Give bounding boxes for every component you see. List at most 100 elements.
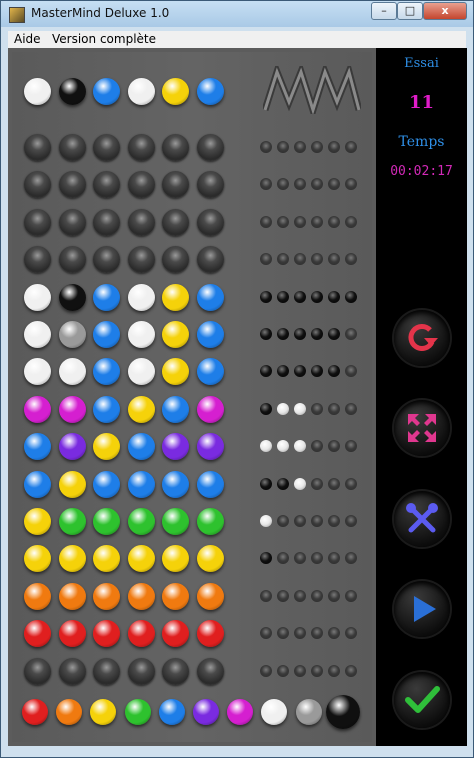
validate-button[interactable] xyxy=(394,672,450,728)
guess-peg[interactable] xyxy=(162,171,189,199)
guess-peg[interactable] xyxy=(128,358,155,386)
guess-peg[interactable] xyxy=(93,246,120,274)
guess-peg[interactable] xyxy=(162,395,189,423)
guess-peg[interactable] xyxy=(93,545,120,573)
guess-peg[interactable] xyxy=(24,395,51,423)
menu-aide[interactable]: Aide xyxy=(14,32,41,46)
guess-peg[interactable] xyxy=(197,545,224,573)
guess-peg[interactable] xyxy=(24,657,51,685)
guess-peg[interactable] xyxy=(197,470,224,498)
guess-peg[interactable] xyxy=(197,358,224,386)
palette-peg-red[interactable] xyxy=(22,699,48,725)
guess-peg[interactable] xyxy=(197,208,224,236)
guess-peg[interactable] xyxy=(162,208,189,236)
palette-peg-blue[interactable] xyxy=(158,699,185,725)
guess-peg[interactable] xyxy=(162,321,189,348)
guess-peg[interactable] xyxy=(162,582,189,610)
guess-peg[interactable] xyxy=(24,134,51,161)
guess-peg[interactable] xyxy=(59,545,86,573)
guess-peg[interactable] xyxy=(162,508,189,535)
guess-peg[interactable] xyxy=(24,283,51,311)
guess-peg[interactable] xyxy=(59,283,86,311)
palette-peg-violet[interactable] xyxy=(193,699,219,725)
guess-peg[interactable] xyxy=(24,208,51,236)
guess-peg[interactable] xyxy=(197,246,224,274)
guess-peg[interactable] xyxy=(197,433,224,461)
palette-peg-orange[interactable] xyxy=(56,699,83,725)
guess-peg[interactable] xyxy=(93,620,120,648)
palette-peg-yellow[interactable] xyxy=(90,699,117,725)
guess-peg[interactable] xyxy=(128,283,155,311)
guess-peg[interactable] xyxy=(59,620,86,648)
guess-peg[interactable] xyxy=(24,246,51,274)
palette-peg-gray[interactable] xyxy=(295,699,322,725)
palette-peg-green[interactable] xyxy=(124,699,151,725)
guess-peg[interactable] xyxy=(59,433,86,461)
close-button[interactable]: x xyxy=(423,2,467,20)
guess-peg[interactable] xyxy=(162,470,189,498)
guess-peg[interactable] xyxy=(93,582,120,610)
guess-peg[interactable] xyxy=(162,620,189,648)
guess-peg[interactable] xyxy=(59,358,86,386)
guess-peg[interactable] xyxy=(59,508,86,535)
guess-peg[interactable] xyxy=(197,582,224,610)
guess-peg[interactable] xyxy=(59,134,86,161)
guess-peg[interactable] xyxy=(162,657,189,685)
guess-peg[interactable] xyxy=(59,208,86,236)
guess-peg[interactable] xyxy=(162,545,189,573)
guess-peg[interactable] xyxy=(197,395,224,423)
guess-peg[interactable] xyxy=(93,321,120,348)
palette-peg-black[interactable] xyxy=(325,695,360,729)
fullscreen-button[interactable] xyxy=(394,400,450,456)
guess-peg[interactable] xyxy=(93,470,120,498)
menu-version-complete[interactable]: Version complète xyxy=(52,32,156,46)
guess-peg[interactable] xyxy=(197,134,224,161)
guess-peg[interactable] xyxy=(128,433,155,461)
restart-button[interactable] xyxy=(394,310,450,366)
guess-peg[interactable] xyxy=(93,508,120,535)
guess-peg[interactable] xyxy=(59,321,86,348)
guess-peg[interactable] xyxy=(59,470,86,498)
guess-peg[interactable] xyxy=(93,433,120,461)
guess-peg[interactable] xyxy=(93,208,120,236)
guess-peg[interactable] xyxy=(128,208,155,236)
guess-peg[interactable] xyxy=(128,246,155,274)
guess-peg[interactable] xyxy=(93,395,120,423)
palette-peg-white[interactable] xyxy=(261,699,288,725)
settings-button[interactable] xyxy=(394,491,450,547)
guess-peg[interactable] xyxy=(162,433,189,461)
palette-peg-magenta[interactable] xyxy=(227,699,254,725)
guess-peg[interactable] xyxy=(93,358,120,386)
guess-peg[interactable] xyxy=(59,246,86,274)
guess-peg[interactable] xyxy=(128,582,155,610)
guess-peg[interactable] xyxy=(162,246,189,274)
guess-peg[interactable] xyxy=(128,134,155,161)
guess-peg[interactable] xyxy=(197,620,224,648)
guess-peg[interactable] xyxy=(128,620,155,648)
guess-peg[interactable] xyxy=(24,321,51,348)
guess-peg[interactable] xyxy=(162,134,189,161)
guess-peg[interactable] xyxy=(24,358,51,386)
guess-peg[interactable] xyxy=(24,582,51,610)
guess-peg[interactable] xyxy=(59,582,86,610)
guess-peg[interactable] xyxy=(128,395,155,423)
guess-peg[interactable] xyxy=(24,171,51,199)
guess-peg[interactable] xyxy=(93,171,120,199)
guess-peg[interactable] xyxy=(24,545,51,573)
guess-peg[interactable] xyxy=(128,508,155,535)
guess-peg[interactable] xyxy=(197,171,224,199)
guess-peg[interactable] xyxy=(59,657,86,685)
guess-peg[interactable] xyxy=(128,171,155,199)
guess-peg[interactable] xyxy=(93,283,120,311)
guess-peg[interactable] xyxy=(128,321,155,348)
guess-peg[interactable] xyxy=(24,508,51,535)
minimize-button[interactable]: – xyxy=(371,2,397,20)
guess-peg[interactable] xyxy=(93,657,120,685)
guess-peg[interactable] xyxy=(197,321,224,348)
guess-peg[interactable] xyxy=(128,545,155,573)
guess-peg[interactable] xyxy=(128,470,155,498)
guess-peg[interactable] xyxy=(93,134,120,161)
guess-peg[interactable] xyxy=(197,508,224,535)
guess-peg[interactable] xyxy=(162,358,189,386)
guess-peg[interactable] xyxy=(162,283,189,311)
